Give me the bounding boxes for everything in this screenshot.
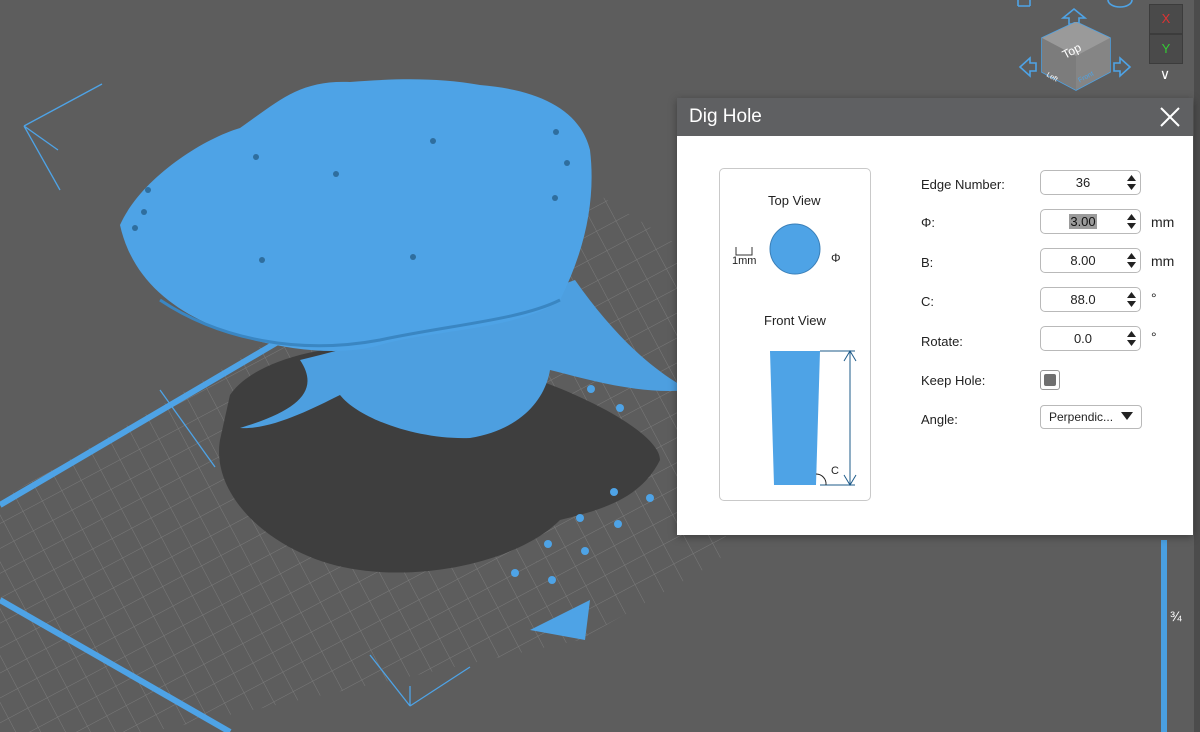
- front-view-label: Front View: [764, 313, 826, 328]
- top-view-label: Top View: [768, 193, 821, 208]
- caret-down-icon[interactable]: [1121, 412, 1133, 420]
- chevron-down-icon[interactable]: ∨: [1155, 64, 1175, 84]
- phi-input[interactable]: 3.00: [1040, 209, 1141, 234]
- layer-value: ¾: [1170, 608, 1182, 624]
- dialog-title: Dig Hole: [689, 106, 762, 127]
- scale-label: 1mm: [732, 255, 757, 267]
- phi-unit: mm: [1151, 214, 1175, 230]
- dialog-header: Dig Hole: [677, 98, 1193, 136]
- c-input[interactable]: 88.0: [1040, 287, 1141, 312]
- keep-hole-checkbox[interactable]: [1040, 370, 1060, 390]
- c-unit: °: [1151, 290, 1157, 306]
- phi-symbol: Φ: [831, 251, 841, 265]
- dig-hole-dialog: Dig Hole Top View 1mm Φ Front View C Edg…: [677, 98, 1193, 535]
- spin-arrows-icon[interactable]: [1127, 291, 1136, 308]
- angle-value[interactable]: Perpendic...: [1049, 410, 1113, 424]
- checkbox-checked-icon: [1044, 374, 1056, 386]
- b-input[interactable]: 8.00: [1040, 248, 1141, 273]
- angle-select[interactable]: Perpendic...: [1040, 405, 1142, 429]
- b-value[interactable]: 8.00: [1041, 249, 1125, 272]
- rotate-label: Rotate:: [921, 334, 963, 349]
- close-button[interactable]: [1157, 104, 1183, 130]
- top-view-circle: [769, 223, 821, 275]
- c-label: C:: [921, 294, 934, 309]
- spin-arrows-icon[interactable]: [1127, 213, 1136, 230]
- axis-y-button[interactable]: Y: [1149, 34, 1183, 64]
- spin-arrows-icon[interactable]: [1127, 174, 1136, 191]
- hole-preview: Top View 1mm Φ Front View C: [719, 168, 871, 501]
- rotate-input[interactable]: 0.0: [1040, 326, 1141, 351]
- rotate-unit: °: [1151, 329, 1157, 345]
- angle-label: Angle:: [921, 412, 958, 427]
- axis-x-button[interactable]: X: [1149, 4, 1183, 34]
- spin-arrows-icon[interactable]: [1127, 252, 1136, 269]
- edge-number-input[interactable]: 36: [1040, 170, 1141, 195]
- close-icon[interactable]: [1157, 104, 1183, 130]
- b-label: B:: [921, 255, 934, 270]
- edge-number-value[interactable]: 36: [1041, 171, 1125, 194]
- keep-hole-label: Keep Hole:: [921, 373, 986, 388]
- layer-ruler: [1194, 0, 1200, 732]
- layer-slider[interactable]: [1161, 540, 1167, 732]
- c-value[interactable]: 88.0: [1041, 288, 1125, 311]
- front-view-hole: [770, 351, 820, 485]
- phi-value[interactable]: 3.00: [1069, 214, 1097, 229]
- edge-number-label: Edge Number:: [921, 177, 1005, 192]
- rotate-value[interactable]: 0.0: [1041, 327, 1125, 350]
- model-top: [120, 79, 592, 351]
- view-cube[interactable]: Top Left Front: [1040, 21, 1112, 98]
- b-unit: mm: [1151, 253, 1175, 269]
- c-angle-label: C: [831, 465, 839, 477]
- phi-label: Φ:: [921, 215, 935, 230]
- spin-arrows-icon[interactable]: [1127, 330, 1136, 347]
